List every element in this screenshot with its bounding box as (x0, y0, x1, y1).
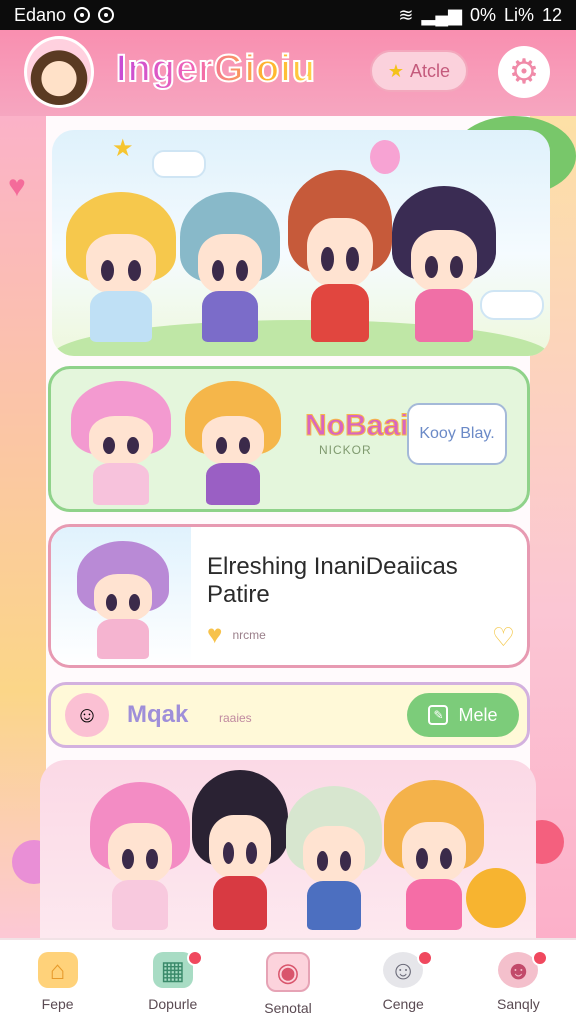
chibi-character (66, 192, 176, 342)
nav-label: Fepe (41, 996, 74, 1012)
character-group-banner[interactable] (40, 760, 536, 938)
chibi-character (288, 170, 392, 342)
edit-icon: ✎ (428, 705, 449, 725)
make-button[interactable]: ✎ Mele (407, 693, 519, 737)
bubble-text: Kooy Blay. (419, 425, 495, 442)
balloon-icon (370, 140, 400, 174)
card-title: NoBaai (304, 409, 409, 443)
signal-text: Li% (503, 4, 534, 25)
notification-badge (186, 950, 203, 966)
make-label: Mele (458, 704, 498, 725)
nav-camera[interactable]: ◉ Senotal (230, 940, 345, 1026)
signal-icon: ▂▄▆ (421, 4, 462, 25)
bottom-navigation: ⌂ Fepe ▦ Dopurle ◉ Senotal ☺ Cenge ☻ San… (0, 938, 576, 1026)
banner-title: Mqak (127, 701, 189, 728)
nav-home[interactable]: ⌂ Fepe (0, 940, 115, 1026)
feature-card-green[interactable]: NoBaai NICKOR Kooy Blay. (48, 366, 530, 512)
star-icon: ★ (387, 60, 405, 81)
home-icon: ⌂ (37, 952, 78, 988)
app-title: IngerGioiu (115, 47, 316, 91)
heart-icon: ♥ (8, 170, 26, 203)
chibi-character (192, 770, 288, 930)
chibi-character (392, 186, 496, 342)
nav-label: Dopurle (148, 996, 198, 1012)
nav-label: Senotal (264, 1000, 312, 1016)
blob-mascot (466, 868, 526, 928)
status-bar: Edano ≋ ▂▄▆ 0% Li% 12 (0, 0, 576, 30)
data-icon (98, 7, 115, 23)
star-icon: ★ (112, 135, 134, 162)
article-button[interactable]: ★ Atcle (370, 50, 468, 92)
feature-card-article[interactable]: Elreshing InaniDeaiicas Patire ♥ nrcme ♡ (48, 524, 530, 668)
app-header: IngerGioiu ★ Atcle ⚙ (0, 30, 576, 116)
card-thumbnail (51, 527, 191, 665)
battery-text: 0% (469, 4, 496, 25)
speech-bubble: Kooy Blay. (407, 403, 507, 465)
chibi-character (180, 192, 280, 342)
card-title: Elreshing InaniDeaiicas Patire (207, 553, 458, 608)
nav-shop[interactable]: ▦ Dopurle (115, 940, 230, 1026)
cat-face-icon: ☺ (65, 693, 109, 737)
notification-badge (532, 950, 549, 966)
clock: 12 (541, 4, 562, 25)
wifi-icon: ≋ (398, 4, 414, 25)
nav-smile[interactable]: ☺ Cenge (346, 940, 461, 1026)
notification-badge (417, 950, 434, 966)
chibi-character (71, 381, 171, 505)
chibi-character (185, 381, 281, 505)
heart-icon: ♥ (207, 619, 223, 649)
record-icon (74, 7, 91, 23)
article-label: Atcle (410, 60, 451, 81)
tag-text: nrcme (232, 627, 266, 642)
hero-banner[interactable]: ★ (52, 130, 550, 356)
camera-icon: ◉ (266, 952, 310, 992)
chibi-character (90, 782, 190, 930)
make-banner[interactable]: ☺ Mqak raaies ✎ Mele (48, 682, 530, 748)
card-tag: ♥ nrcme (207, 619, 266, 650)
carrier-text: Edano (14, 4, 67, 25)
gear-icon: ⚙ (508, 53, 540, 91)
cloud-icon (152, 150, 206, 178)
nav-profile[interactable]: ☻ Sanqly (461, 940, 576, 1026)
nav-label: Sanqly (497, 996, 540, 1012)
like-button[interactable]: ♡ (492, 622, 515, 653)
nav-label: Cenge (382, 996, 424, 1012)
card-subtitle: NICKOR (319, 443, 372, 457)
chibi-character (286, 786, 382, 930)
banner-subtitle: raaies (219, 711, 252, 725)
chibi-character (77, 541, 169, 659)
avatar[interactable] (24, 36, 94, 108)
settings-button[interactable]: ⚙ (498, 46, 550, 98)
